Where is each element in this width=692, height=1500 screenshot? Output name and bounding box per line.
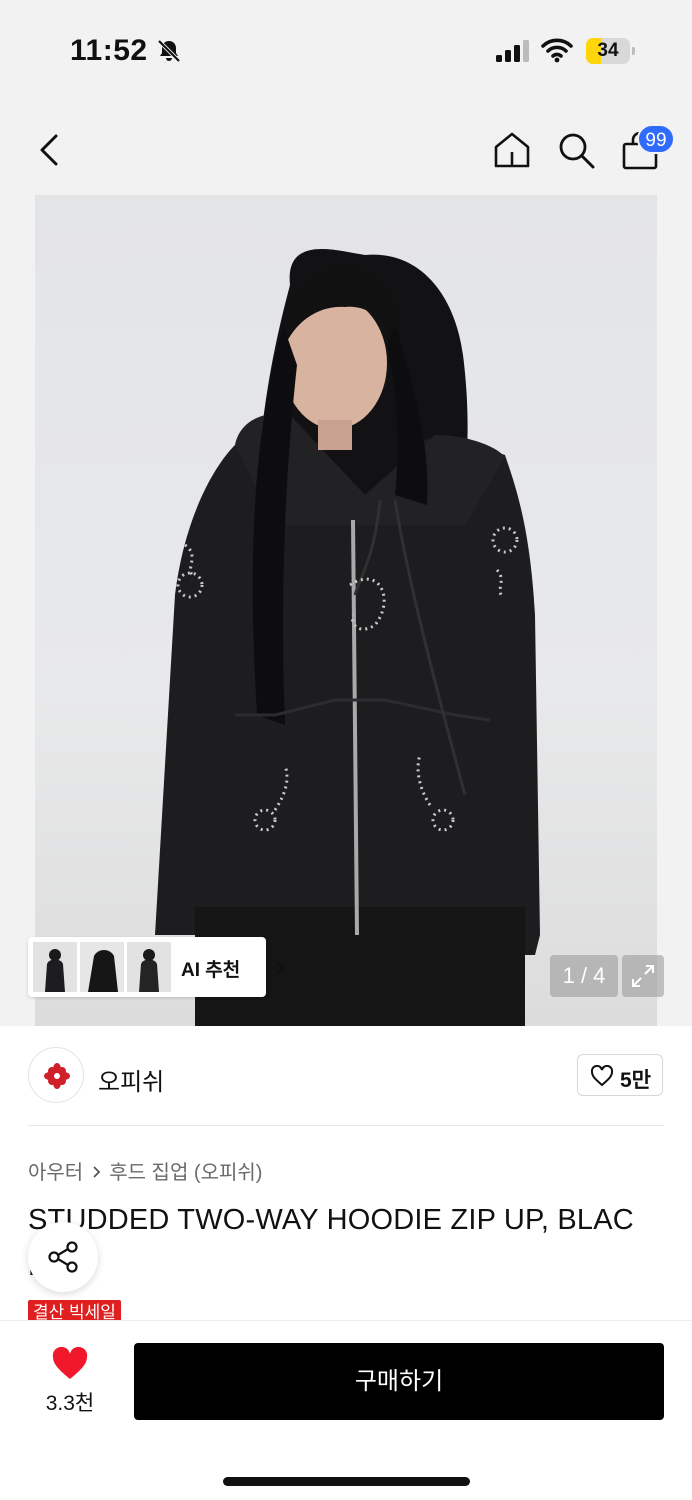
expand-icon (632, 965, 654, 987)
bottom-action-bar: 3.3천 구매하기 (0, 1320, 692, 1500)
battery-icon: 34 (586, 38, 636, 64)
expand-image-button[interactable] (622, 955, 664, 997)
back-chevron-icon[interactable] (28, 128, 72, 172)
chevron-right-icon (93, 1166, 101, 1178)
brand-like-count: 5만 (620, 1069, 651, 1092)
product-photo (155, 248, 540, 1026)
ai-thumbnail-2[interactable] (80, 942, 124, 992)
cart-count-badge: 99 (637, 124, 675, 154)
signal-icon (496, 40, 529, 62)
brand-logo[interactable] (28, 1047, 84, 1103)
ai-recommend-chip[interactable]: AI 추천 (28, 937, 285, 997)
brand-row[interactable]: 오피쉬 5만 (0, 1026, 692, 1126)
breadcrumb: 아우터 후드 집업 (오피쉬) (28, 1156, 262, 1185)
flower-logo-icon (44, 1063, 70, 1089)
bell-off-icon (157, 39, 181, 63)
buy-button[interactable]: 구매하기 (134, 1343, 664, 1420)
share-icon (48, 1241, 78, 1273)
breadcrumb-item-hood-zipup[interactable]: 후드 집업 (오피쉬) (109, 1162, 262, 1184)
top-nav-bar (0, 100, 692, 195)
search-icon[interactable] (556, 130, 596, 170)
heart-outline-icon (590, 1065, 614, 1087)
battery-level: 34 (597, 40, 619, 61)
ai-thumbnail-1[interactable] (33, 942, 77, 992)
share-button[interactable] (28, 1222, 98, 1292)
status-bar: 11:52 34 (0, 0, 692, 100)
image-page-counter: 1 / 4 (550, 955, 618, 997)
wishlist-count: 3.3천 (45, 1392, 95, 1415)
status-time: 11:52 (70, 34, 148, 67)
brand-like-button[interactable]: 5만 (577, 1054, 663, 1096)
heart-filled-icon[interactable] (51, 1347, 89, 1381)
product-image-gallery[interactable]: AI 추천 1 / 4 (0, 195, 692, 1026)
product-title: STUDDED TWO-WAY HOODIE ZIP UP, BLAC (28, 1204, 634, 1236)
chevron-right-icon (276, 961, 285, 975)
home-indicator (223, 1477, 470, 1486)
breadcrumb-item-outer[interactable]: 아우터 (28, 1162, 83, 1184)
section-divider (28, 1125, 664, 1126)
ai-recommend-label: AI 추천 (181, 960, 241, 981)
home-icon[interactable] (492, 130, 532, 170)
wifi-icon (541, 38, 573, 63)
ai-thumbnail-3[interactable] (127, 942, 171, 992)
brand-name[interactable]: 오피쉬 (98, 1062, 164, 1097)
